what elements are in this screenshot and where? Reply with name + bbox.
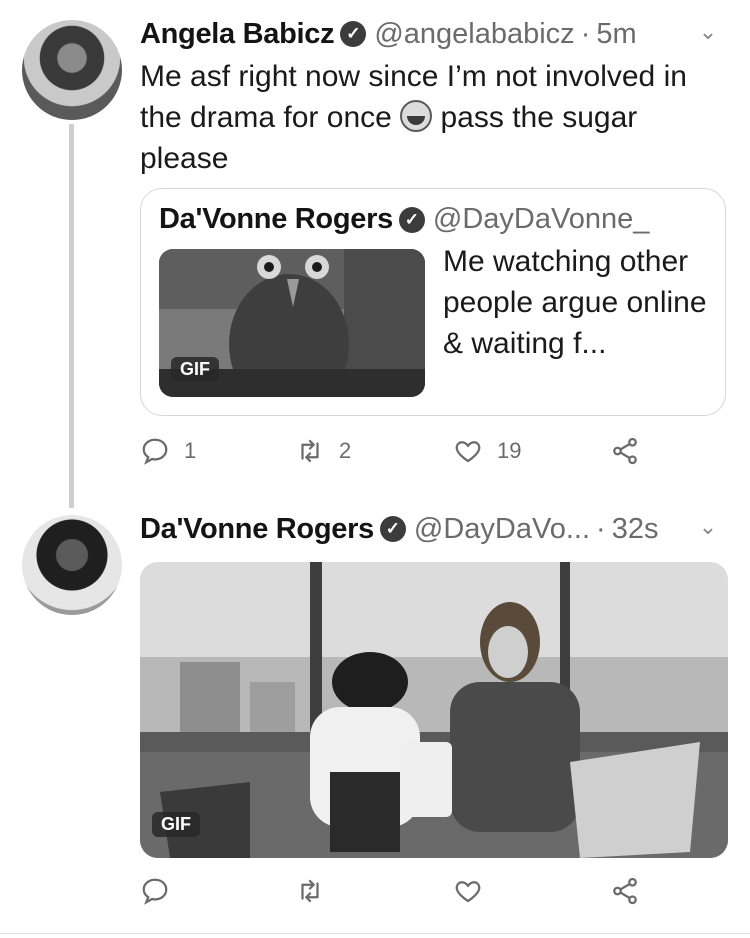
retweet-icon	[301, 439, 319, 463]
avatar[interactable]	[22, 20, 122, 120]
reply-icon	[142, 878, 168, 905]
quoted-tweet-header: Da'Vonne Rogers ✓ @DayDaVonne_	[159, 203, 649, 236]
tweet-media-gif[interactable]: GIF	[140, 562, 728, 858]
couch-scene-image	[140, 562, 728, 858]
retweet-icon	[301, 879, 319, 903]
like-icon	[455, 881, 481, 903]
like-button[interactable]: 19	[453, 436, 521, 466]
verified-icon: ✓	[340, 21, 367, 47]
share-icon	[613, 437, 637, 465]
timestamp[interactable]: 32s	[612, 513, 659, 546]
tweet-actions	[140, 876, 660, 916]
tweet-davonne[interactable]: Da'Vonne Rogers ✓ @DayDaVo... · 32s ⌄ GI	[0, 505, 750, 938]
separator: ·	[596, 512, 606, 545]
like-button[interactable]	[453, 876, 483, 906]
thread-line	[69, 124, 74, 508]
avatar[interactable]	[22, 515, 122, 615]
author-handle[interactable]: @angelababicz	[374, 18, 574, 51]
quoted-author-handle: @DayDaVonne_	[432, 203, 650, 235]
reply-icon	[142, 438, 168, 465]
tweet-header: Angela Babicz ✓ @angelababicz · 5m ⌄	[140, 14, 730, 54]
share-button[interactable]	[610, 876, 640, 906]
retweet-count: 2	[339, 438, 352, 463]
quoted-media-gif[interactable]: GIF	[159, 249, 425, 397]
chevron-down-icon[interactable]: ⌄	[694, 513, 722, 541]
share-icon	[613, 877, 637, 905]
verified-icon: ✓	[379, 516, 406, 542]
retweet-button[interactable]	[295, 876, 325, 906]
reply-count: 1	[184, 438, 197, 463]
chevron-down-icon[interactable]: ⌄	[694, 18, 722, 46]
tweet-actions: 1 2 19	[140, 436, 660, 476]
quoted-tweet-text: Me watching other people argue online & …	[443, 245, 707, 360]
reply-button[interactable]	[140, 876, 170, 906]
grinning-face-icon	[400, 100, 433, 132]
gif-badge: GIF	[171, 357, 219, 382]
verified-icon: ✓	[398, 206, 425, 233]
author-handle[interactable]: @DayDaVo...	[414, 513, 590, 546]
gif-badge: GIF	[152, 812, 200, 837]
author-name[interactable]: Angela Babicz	[140, 18, 335, 51]
divider	[0, 933, 750, 934]
author-name[interactable]: Da'Vonne Rogers	[140, 513, 374, 546]
quoted-author-name: Da'Vonne Rogers	[159, 203, 393, 235]
like-icon	[455, 441, 481, 463]
share-button[interactable]	[610, 436, 640, 466]
like-count: 19	[497, 438, 522, 463]
separator: ·	[580, 17, 591, 50]
tweet-angela[interactable]: Angela Babicz ✓ @angelababicz · 5m ⌄ Me …	[0, 0, 750, 508]
tweet-header: Da'Vonne Rogers ✓ @DayDaVo... · 32s ⌄	[140, 509, 730, 549]
quoted-tweet[interactable]: Da'Vonne Rogers ✓ @DayDaVonne_ GIF Me wa…	[140, 188, 726, 416]
retweet-button[interactable]: 2	[295, 436, 351, 466]
timestamp[interactable]: 5m	[596, 18, 636, 51]
tweet-text: Me asf right now since I’m not involved …	[140, 56, 730, 179]
reply-button[interactable]: 1	[140, 436, 196, 466]
